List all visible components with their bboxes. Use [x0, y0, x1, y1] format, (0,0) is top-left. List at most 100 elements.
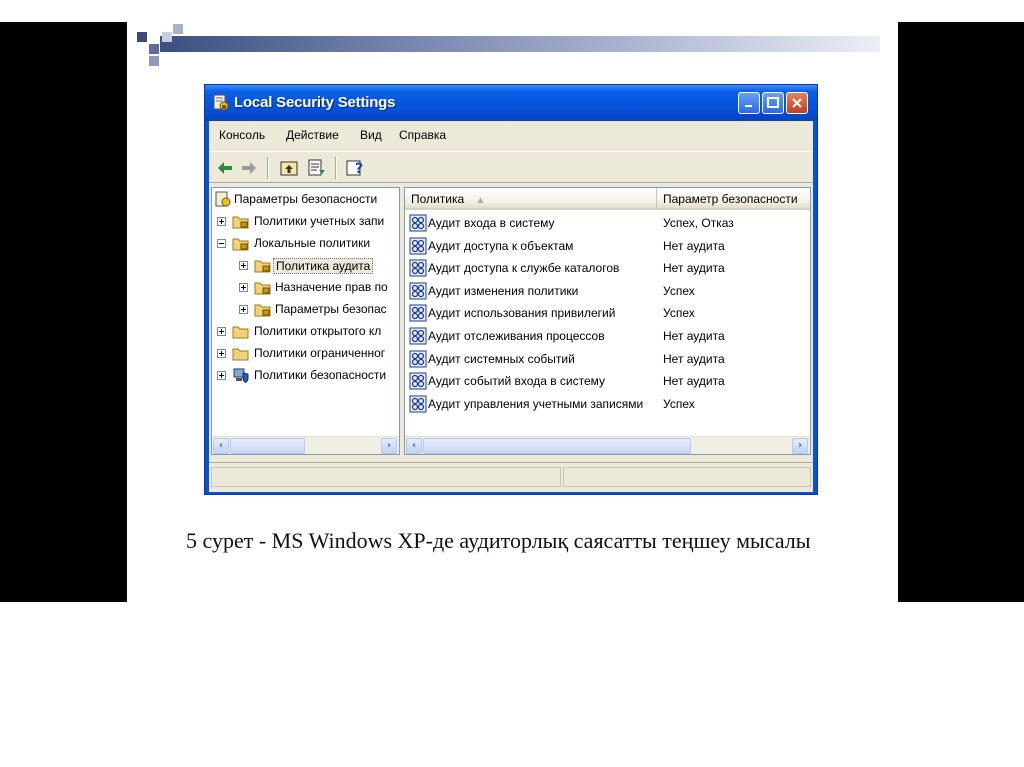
list-horizontal-scrollbar[interactable]: ‹ › — [405, 436, 810, 454]
expand-toggle[interactable] — [217, 217, 226, 226]
column-header-policy[interactable]: Политика ▲ — [405, 188, 657, 210]
computer-shield-icon — [233, 368, 249, 384]
tree-label: Параметры безопасности — [234, 192, 378, 206]
policy-row[interactable]: Аудит системных событий Нет аудита — [405, 348, 810, 370]
audit-policy-icon — [409, 282, 427, 300]
expand-toggle[interactable] — [239, 261, 248, 270]
scroll-right-button[interactable]: › — [381, 438, 397, 454]
tree-label: Политики открытого кл — [254, 324, 382, 338]
audit-policy-icon — [409, 237, 427, 255]
expand-toggle[interactable] — [239, 305, 248, 314]
up-folder-icon[interactable] — [279, 158, 299, 178]
deco-square — [149, 44, 159, 54]
expand-toggle[interactable] — [217, 371, 226, 380]
audit-policy-icon — [409, 372, 427, 390]
sort-ascending-icon: ▲ — [475, 195, 486, 206]
scroll-thumb[interactable] — [423, 438, 691, 454]
policy-setting: Успех — [663, 283, 695, 298]
policy-row[interactable]: Аудит доступа к объектам Нет аудита — [405, 235, 810, 257]
policy-row[interactable]: Аудит использования привилегий Успех — [405, 302, 810, 324]
maximize-button[interactable] — [762, 92, 784, 114]
folder-lock-icon — [232, 216, 249, 229]
list-pane: Политика ▲ Параметр безопасности Аудит в… — [404, 187, 811, 455]
policy-setting: Успех, Отказ — [663, 216, 734, 230]
tree-pane: Параметры безопасности Политики учетных … — [211, 187, 400, 455]
minimize-button[interactable] — [738, 92, 760, 114]
toolbar-separator — [267, 157, 268, 179]
scroll-left-button[interactable]: ‹ — [213, 438, 229, 454]
policy-setting: Успех — [663, 306, 695, 321]
scroll-left-button[interactable]: ‹ — [406, 438, 422, 454]
menu-console[interactable]: Консоль — [219, 128, 265, 142]
help-icon[interactable]: ? — [345, 158, 365, 178]
tree-label: Политики безопасности — [254, 368, 387, 382]
tree-label: Политики учетных запи — [254, 214, 385, 228]
audit-policy-icon — [409, 327, 427, 345]
export-list-icon[interactable] — [307, 158, 327, 178]
policy-row[interactable]: Аудит доступа к службе каталогов Нет ауди… — [405, 257, 810, 279]
security-settings-icon — [213, 94, 229, 111]
policy-name: Аудит доступа к службе каталогов — [428, 261, 620, 276]
policy-row[interactable]: Аудит входа в систему Успех, Отказ — [405, 212, 810, 234]
column-header-label: Политика — [411, 192, 465, 206]
policy-setting: Нет аудита — [663, 238, 725, 253]
expand-toggle[interactable] — [239, 283, 248, 292]
status-segment — [211, 467, 561, 487]
folder-lock-icon — [254, 304, 271, 317]
policy-name: Аудит системных событий — [428, 351, 575, 366]
audit-policy-icon — [409, 304, 427, 322]
minimize-icon — [745, 105, 752, 107]
deco-square — [137, 32, 147, 42]
folder-lock-icon — [254, 260, 271, 273]
security-settings-icon — [215, 191, 231, 207]
column-header-label: Параметр безопасности — [663, 192, 798, 206]
scroll-thumb[interactable] — [230, 438, 305, 454]
policy-setting: Нет аудита — [663, 351, 725, 366]
policy-row[interactable]: Аудит изменения политики Успех — [405, 280, 810, 302]
forward-arrow-icon[interactable] — [239, 158, 259, 178]
policy-name: Аудит изменения политики — [428, 283, 579, 298]
menu-bar: Консоль Действие Вид Справка — [209, 121, 813, 149]
letterbox-left — [0, 22, 127, 602]
expand-toggle[interactable] — [217, 327, 226, 336]
tree-label: Параметры безопас — [275, 302, 387, 316]
toolbar-separator — [335, 157, 336, 179]
policy-setting: Успех — [663, 396, 695, 411]
folder-icon — [232, 348, 249, 361]
folder-icon — [232, 326, 249, 339]
policy-row[interactable]: Аудит управления учетными записями Успех — [405, 393, 810, 415]
tree-label: Политики ограниченног — [254, 346, 386, 360]
deco-square — [173, 24, 183, 34]
collapse-toggle[interactable] — [217, 239, 226, 248]
back-arrow-icon[interactable] — [215, 158, 235, 178]
audit-policy-icon — [409, 395, 427, 413]
policy-setting: Нет аудита — [663, 329, 725, 343]
deco-square — [149, 56, 159, 66]
tree-horizontal-scrollbar[interactable]: ‹ › — [212, 436, 399, 454]
deco-square — [162, 32, 172, 42]
tree-label-selected: Политика аудита — [273, 258, 374, 274]
close-button[interactable] — [786, 92, 808, 114]
maximize-icon — [767, 97, 779, 108]
window-title: Local Security Settings — [234, 94, 396, 111]
column-header-setting[interactable]: Параметр безопасности — [657, 188, 810, 210]
expand-toggle[interactable] — [217, 349, 226, 358]
policy-name: Аудит использования привилегий — [428, 306, 616, 321]
status-segment — [563, 467, 811, 487]
folder-lock-icon — [254, 282, 271, 295]
figure-caption: 5 сурет - MS Windows XP-де аудиторлық са… — [186, 528, 811, 553]
folder-lock-icon — [232, 238, 249, 251]
policy-name: Аудит отслеживания процессов — [428, 329, 605, 343]
menu-help[interactable]: Справка — [399, 128, 446, 142]
menu-view[interactable]: Вид — [360, 128, 382, 142]
scroll-right-button[interactable]: › — [792, 438, 808, 454]
title-bar[interactable]: Local Security Settings — [205, 85, 817, 121]
policy-setting: Нет аудита — [663, 261, 725, 276]
menu-action[interactable]: Действие — [286, 128, 339, 142]
policy-name: Аудит управления учетными записями — [428, 396, 644, 411]
policy-name: Аудит событий входа в систему — [428, 374, 606, 389]
policy-row[interactable]: Аудит событий входа в систему Нет аудита — [405, 370, 810, 392]
audit-policy-icon — [409, 350, 427, 368]
policy-setting: Нет аудита — [663, 374, 725, 389]
policy-row[interactable]: Аудит отслеживания процессов Нет аудита — [405, 325, 810, 347]
